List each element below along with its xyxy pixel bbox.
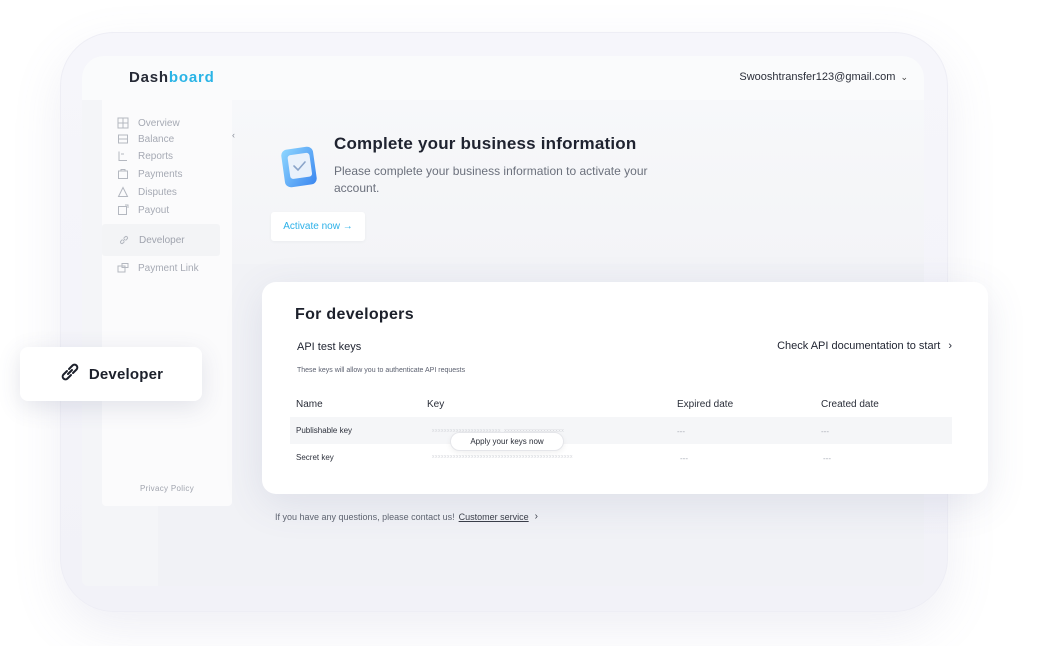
collapse-sidebar-icon[interactable]: ‹	[232, 130, 235, 140]
grid-icon	[117, 117, 129, 129]
api-test-keys-label: API test keys	[297, 341, 362, 353]
contact-text: If you have any questions, please contac…	[275, 511, 455, 522]
table-cell-name: Publishable key	[296, 426, 353, 435]
logo[interactable]: Dashboard	[129, 69, 215, 86]
chevron-right-icon: ›	[534, 511, 538, 522]
apply-keys-button[interactable]: Apply your keys now	[450, 432, 564, 451]
logo-accent: board	[168, 69, 215, 86]
column-header-key: Key	[427, 399, 445, 410]
column-header-expired: Expired date	[677, 399, 734, 410]
sidebar-item-balance[interactable]: Balance	[117, 133, 174, 145]
sidebar-item-label: Payments	[138, 168, 183, 180]
developer-badge-label: Developer	[88, 365, 164, 383]
sidebar-item-label: Overview	[138, 117, 180, 129]
developers-card: For developers API test keys Check API d…	[262, 282, 988, 494]
sidebar-item-label: Disputes	[138, 186, 177, 198]
sidebar-item-label: Balance	[138, 133, 175, 145]
business-document-icon	[281, 142, 319, 190]
activate-now-button[interactable]: Activate now →	[271, 212, 365, 241]
sidebar-item-disputes[interactable]: Disputes	[117, 186, 177, 198]
payout-icon	[117, 204, 129, 216]
contact-line: If you have any questions, please contac…	[275, 511, 538, 522]
sidebar-item-label: Payout	[138, 204, 170, 216]
api-docs-link-label: Check API documentation to start	[777, 340, 941, 352]
disputes-icon	[117, 186, 129, 198]
masked-key: xxxxxxxxxxxxxxxxxxxxxxxxxxxxxxxxxxxxxxxx…	[432, 454, 573, 460]
logo-main: Dash	[129, 69, 169, 86]
link-icon	[59, 361, 81, 388]
sidebar-item-payment-link[interactable]: Payment Link	[117, 262, 199, 274]
developers-title: For developers	[295, 306, 414, 323]
table-cell-expired: ---	[677, 427, 685, 436]
sidebar-item-label: Developer	[139, 234, 185, 246]
link-icon	[118, 234, 130, 246]
chevron-down-icon: ⌄	[900, 71, 908, 82]
wallet-icon	[117, 133, 129, 145]
table-cell-created: ---	[823, 454, 831, 463]
column-header-created: Created date	[821, 399, 879, 410]
sidebar-item-payments[interactable]: Payments	[117, 168, 182, 180]
sidebar-item-label: Payment Link	[138, 262, 199, 274]
banner-description: Please complete your business informatio…	[334, 164, 648, 195]
sidebar: Overview Balance Reports Payments Disput…	[102, 100, 232, 506]
table-cell-created: ---	[821, 427, 829, 436]
developer-badge: Developer	[20, 347, 202, 401]
sidebar-item-overview[interactable]: Overview	[117, 117, 180, 129]
privacy-policy-link[interactable]: Privacy Policy	[102, 484, 232, 493]
table-row-highlight	[290, 417, 952, 444]
keys-hint: These keys will allow you to authenticat…	[297, 367, 466, 374]
table-cell-expired: ---	[680, 454, 688, 463]
sidebar-item-developer[interactable]: Developer	[102, 224, 220, 256]
api-docs-link[interactable]: Check API documentation to start ›	[777, 340, 952, 352]
payment-link-icon	[117, 262, 129, 274]
sidebar-item-label: Reports	[138, 150, 174, 162]
payments-icon	[117, 168, 129, 180]
top-bar: Dashboard Swooshtransfer123@gmail.com ⌄	[82, 56, 924, 100]
account-email: Swooshtransfer123@gmail.com	[739, 71, 896, 83]
account-menu[interactable]: Swooshtransfer123@gmail.com ⌄	[739, 71, 908, 83]
banner-title: Complete your business information	[334, 134, 637, 153]
customer-service-link[interactable]: Customer service	[459, 512, 529, 522]
sidebar-item-reports[interactable]: Reports	[117, 150, 173, 162]
chevron-right-icon: ›	[948, 340, 952, 352]
sidebar-item-payout[interactable]: Payout	[117, 204, 169, 216]
table-cell-name: Secret key	[296, 453, 334, 462]
reports-icon	[117, 150, 129, 162]
column-header-name: Name	[296, 399, 323, 410]
